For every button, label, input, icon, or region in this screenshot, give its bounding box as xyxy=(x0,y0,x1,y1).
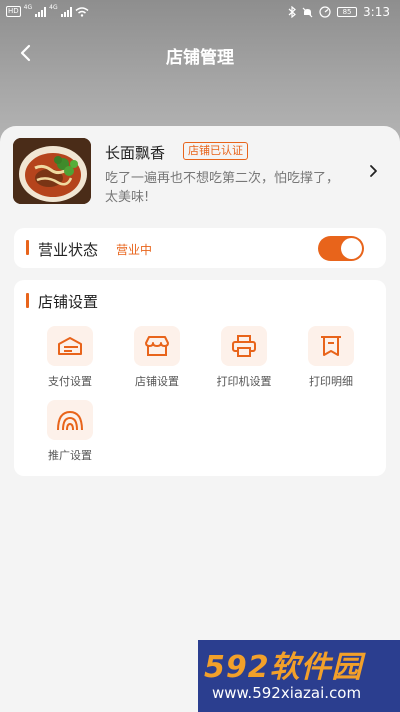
mute-bell-icon xyxy=(302,7,313,17)
promotion-settings-button[interactable]: 推广设置 xyxy=(30,400,110,463)
business-status-card: 营业状态 营业中 xyxy=(14,228,386,268)
accent-bar xyxy=(26,240,29,255)
content-sheet: 长面飘香 店铺已认证 吃了一遍再也不想吃第二次，怕吃撑了，太美味! 营业状态 营… xyxy=(0,126,400,666)
wifi-icon xyxy=(75,6,89,17)
printer-settings-button[interactable]: 打印机设置 xyxy=(204,326,284,389)
title-bar: 店铺管理 xyxy=(0,30,400,76)
network-type-label-2: 4G xyxy=(49,4,58,11)
printer-settings-label: 打印机设置 xyxy=(216,375,272,388)
print-details-label: 打印明细 xyxy=(309,375,353,388)
store-settings-label: 店铺设置 xyxy=(135,375,179,388)
business-status-value: 营业中 xyxy=(116,243,153,257)
battery-icon: 85 xyxy=(337,7,358,17)
signal-icon xyxy=(35,6,47,17)
business-status-toggle[interactable] xyxy=(318,236,364,261)
network-type-label: 4G xyxy=(23,4,33,11)
payment-settings-label: 支付设置 xyxy=(48,375,92,388)
signal-icon-2 xyxy=(60,6,72,17)
accent-bar xyxy=(26,293,29,308)
page-title: 店铺管理 xyxy=(166,48,234,68)
speed-icon xyxy=(319,6,331,18)
shop-name: 长面飘香 xyxy=(105,144,166,162)
toggle-knob xyxy=(341,238,362,259)
print-details-button[interactable]: 打印明细 xyxy=(291,326,371,389)
watermark-logo: 592软件园 www.592xiazai.com xyxy=(198,640,400,712)
business-status-label: 营业状态 xyxy=(38,241,99,259)
shop-settings-title: 店铺设置 xyxy=(38,293,99,311)
shop-description: 吃了一遍再也不想吃第二次，怕吃撑了，太美味! xyxy=(105,171,340,205)
shop-settings-card: 店铺设置 支付设置 店铺设置 打印机设置 打印明细 推广设置 xyxy=(14,280,386,476)
verified-badge: 店铺已认证 xyxy=(183,142,248,160)
hd-badge: HD xyxy=(6,6,21,17)
bluetooth-icon xyxy=(288,6,296,18)
shop-info-row[interactable]: 长面飘香 店铺已认证 吃了一遍再也不想吃第二次，怕吃撑了，太美味! xyxy=(13,138,389,208)
broadcast-icon xyxy=(47,400,93,440)
watermark-main-text: 592软件园 xyxy=(204,650,363,685)
payment-icon xyxy=(47,326,93,366)
promotion-settings-label: 推广设置 xyxy=(48,449,92,462)
receipt-icon xyxy=(308,326,354,366)
chevron-right-icon[interactable] xyxy=(367,164,381,178)
payment-settings-button[interactable]: 支付设置 xyxy=(30,326,110,389)
shop-photo xyxy=(13,138,91,204)
status-bar: HD 4G 4G 85 3:13 xyxy=(0,0,400,26)
printer-icon xyxy=(221,326,267,366)
watermark-url: www.592xiazai.com xyxy=(212,684,362,702)
store-icon xyxy=(134,326,180,366)
clock: 3:13 xyxy=(363,5,390,19)
store-settings-button[interactable]: 店铺设置 xyxy=(117,326,197,389)
